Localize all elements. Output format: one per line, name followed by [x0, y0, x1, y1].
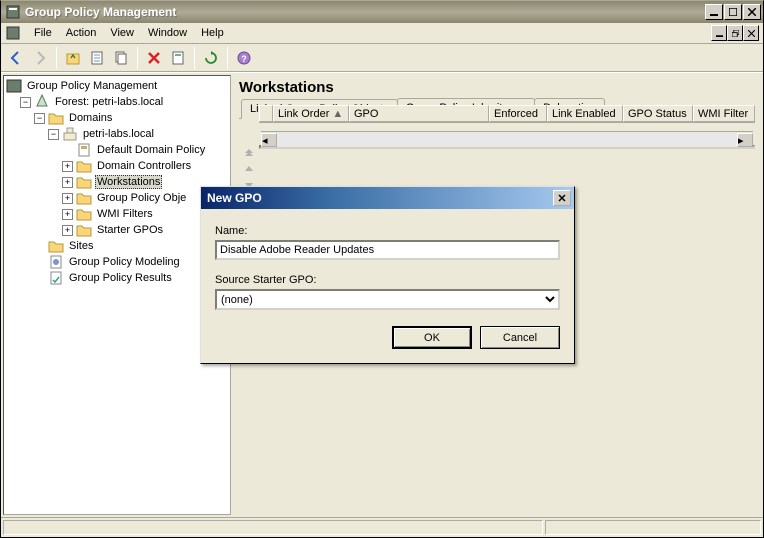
folder-icon [76, 222, 92, 238]
tree-default-policy[interactable]: Default Domain Policy [62, 142, 230, 158]
starter-gpo-label: Source Starter GPO: [215, 274, 560, 286]
tree-domain-controllers[interactable]: +Domain Controllers [62, 158, 230, 174]
collapse-icon[interactable]: − [48, 129, 59, 140]
ok-button[interactable]: OK [392, 326, 472, 349]
menu-window[interactable]: Window [141, 25, 194, 41]
name-input[interactable] [215, 240, 560, 260]
scroll-right-button[interactable]: ▸ [737, 133, 753, 147]
gpo-icon [76, 142, 92, 158]
tree-domains[interactable]: − Domains [34, 110, 230, 126]
mdi-close-button[interactable] [743, 25, 759, 41]
refresh-button[interactable] [200, 47, 222, 69]
dialog-titlebar[interactable]: New GPO ✕ [201, 187, 574, 209]
window-title: Group Policy Management [25, 5, 705, 19]
menu-help[interactable]: Help [194, 25, 231, 41]
minimize-button[interactable] [705, 4, 723, 20]
forward-button[interactable] [29, 47, 51, 69]
maximize-button[interactable] [724, 4, 742, 20]
console-icon [6, 78, 22, 94]
grid-header: Link Order ▲ GPO Enforced Link Enabled G… [259, 105, 755, 123]
content-title: Workstations [239, 79, 755, 96]
results-icon [48, 270, 64, 286]
back-button[interactable] [5, 47, 27, 69]
new-gpo-dialog: New GPO ✕ Name: Source Starter GPO: (non… [200, 186, 575, 364]
mdi-icon [5, 25, 21, 41]
folder-icon [48, 110, 64, 126]
up-button[interactable] [62, 47, 84, 69]
expand-icon[interactable]: + [62, 209, 73, 220]
ou-icon [76, 174, 92, 190]
statusbar [1, 517, 763, 537]
collapse-icon[interactable]: − [34, 113, 45, 124]
folder-icon [76, 190, 92, 206]
folder-icon [76, 206, 92, 222]
delete-button[interactable] [143, 47, 165, 69]
dialog-close-button[interactable]: ✕ [553, 190, 571, 206]
dialog-title: New GPO [207, 191, 553, 205]
forest-icon [34, 94, 50, 110]
col-enforced[interactable]: Enforced [489, 105, 547, 122]
statusbar-aux [545, 520, 761, 535]
tree-pane[interactable]: Group Policy Management − Forest: petri-… [3, 75, 231, 515]
scroll-left-button[interactable]: ◂ [261, 133, 277, 147]
horizontal-scrollbar[interactable]: ◂ ▸ [261, 131, 753, 147]
tree-root[interactable]: Group Policy Management [6, 78, 230, 94]
move-top-icon[interactable] [243, 147, 255, 159]
mdi-minimize-button[interactable] [711, 25, 727, 41]
close-button[interactable] [743, 4, 761, 20]
expand-icon[interactable]: + [62, 225, 73, 236]
col-gpo-status[interactable]: GPO Status [623, 105, 693, 122]
cancel-button[interactable]: Cancel [480, 326, 560, 349]
modeling-icon [48, 254, 64, 270]
sort-asc-icon: ▲ [332, 108, 343, 120]
name-label: Name: [215, 225, 560, 237]
svg-text:?: ? [241, 54, 247, 64]
col-link-order[interactable]: Link Order ▲ [273, 105, 349, 122]
tree-domain[interactable]: − petri-labs.local [48, 126, 230, 142]
ou-icon [76, 158, 92, 174]
titlebar: Group Policy Management [1, 1, 763, 23]
starter-gpo-select[interactable]: (none) [215, 289, 560, 310]
help-button[interactable]: ? [233, 47, 255, 69]
menu-file[interactable]: File [27, 25, 59, 41]
sites-icon [48, 238, 64, 254]
app-icon [5, 4, 21, 20]
properties-button[interactable] [86, 47, 108, 69]
domain-icon [62, 126, 78, 142]
menu-view[interactable]: View [103, 25, 141, 41]
menubar: File Action View Window Help [1, 23, 763, 44]
col-link-enabled[interactable]: Link Enabled [547, 105, 623, 122]
expand-icon[interactable]: + [62, 177, 73, 188]
expand-icon[interactable]: + [62, 193, 73, 204]
copy-button[interactable] [110, 47, 132, 69]
collapse-icon[interactable]: − [20, 97, 31, 108]
expand-icon[interactable]: + [62, 161, 73, 172]
col-gpo[interactable]: GPO [349, 105, 489, 122]
statusbar-main [3, 520, 543, 535]
toolbar: ? [1, 44, 763, 72]
move-up-icon[interactable] [243, 163, 255, 175]
mdi-restore-button[interactable] [727, 25, 743, 41]
grid-body[interactable]: ◂ ▸ [259, 145, 755, 149]
col-icon[interactable] [259, 105, 273, 122]
menu-action[interactable]: Action [59, 25, 104, 41]
filter-button[interactable] [167, 47, 189, 69]
col-wmi-filter[interactable]: WMI Filter [693, 105, 755, 122]
tree-forest[interactable]: − Forest: petri-labs.local [20, 94, 230, 110]
